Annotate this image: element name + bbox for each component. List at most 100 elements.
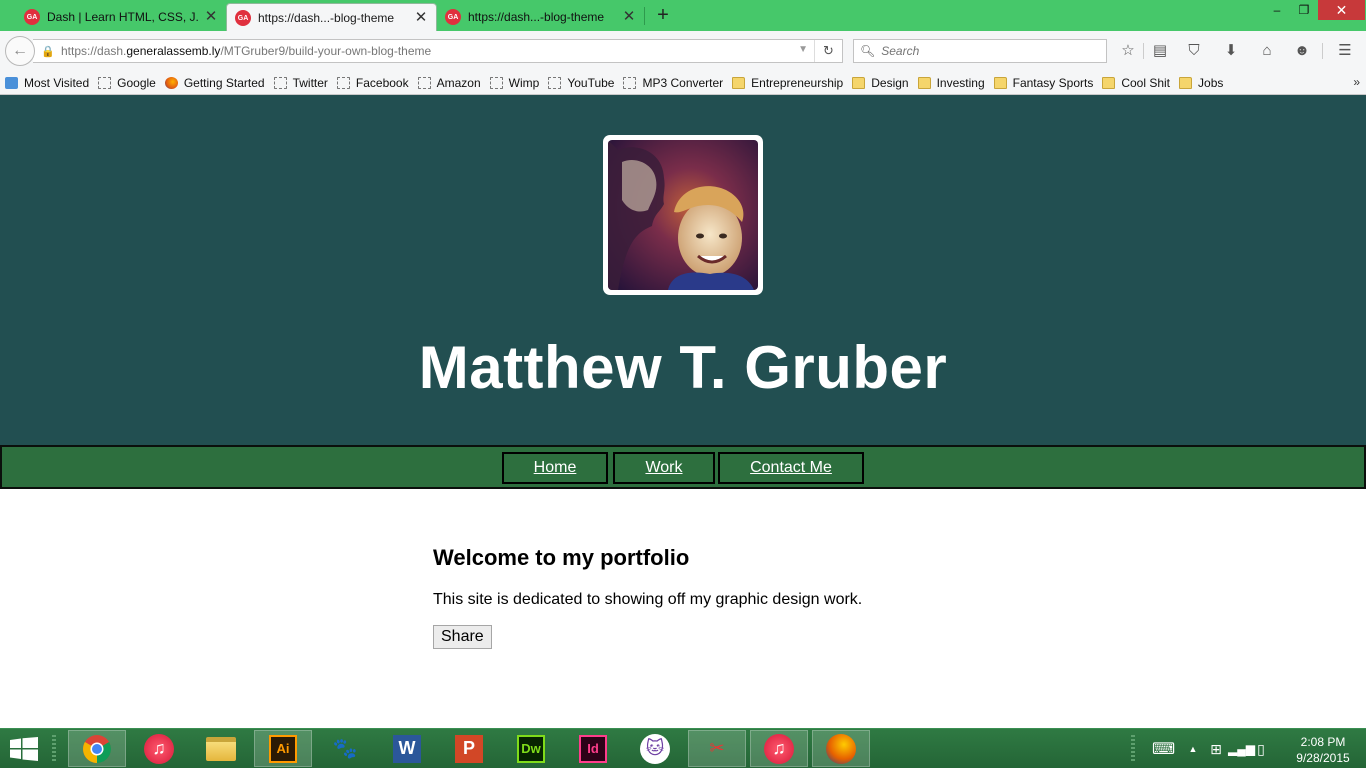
pocket-icon[interactable]: ⛉ [1184,41,1204,61]
bookmark-folder-entrepreneurship[interactable]: Entrepreneurship [732,76,843,90]
taskbar-itunes[interactable]: ♫ [130,730,188,767]
share-button[interactable]: Share [433,625,492,649]
battery-icon[interactable]: ▯ [1250,741,1272,758]
bookmark-label: MP3 Converter [642,75,724,90]
folder-icon [852,76,866,89]
bookmark-label: YouTube [567,75,615,90]
blank-page-icon [489,76,503,89]
browser-tab-strip: GA Dash | Learn HTML, CSS, J... ✕ GA htt… [0,0,1366,32]
site-title: Matthew T. Gruber [418,334,948,401]
bookmark-mp3-converter[interactable]: MP3 Converter [623,76,723,90]
windows-taskbar: ♫ Ai 🐾 W P Dw Id 🐱 ✂ ♫ ⌨ ▲ ⊞ ▂▄▆ ▯ 2:08 … [0,728,1366,768]
url-bar[interactable]: 🔒 https://dash. generalassemb.ly/MTGruber… [33,39,843,63]
browser-tab-2-active[interactable]: GA https://dash...-blog-theme ✕ [226,3,437,32]
taskbar-word[interactable]: W [378,730,436,767]
taskbar-dreamweaver[interactable]: Dw [502,730,560,767]
taskbar-illustrator[interactable]: Ai [254,730,312,767]
bookmarks-overflow-button[interactable]: » [1353,75,1360,89]
system-clock[interactable]: 2:08 PM 9/28/2015 [1288,734,1358,766]
back-arrow-icon: ← [12,42,28,59]
bookmark-facebook[interactable]: Facebook [336,76,409,90]
bookmark-folder-fantasy-sports[interactable]: Fantasy Sports [993,76,1093,90]
bookmark-label: Jobs [1198,75,1224,90]
taskbar-powerpoint[interactable]: P [440,730,498,767]
bookmark-amazon[interactable]: Amazon [417,76,481,90]
reload-icon[interactable]: ↻ [814,40,842,62]
blank-page-icon [336,76,350,89]
folder-icon [732,76,746,89]
firefox-icon [826,733,856,764]
search-input[interactable] [881,44,1102,58]
taskbar-gimp[interactable]: 🐾 [316,730,374,767]
bookmark-label: Google [117,75,156,90]
illustrator-icon: Ai [269,734,297,763]
close-tab-icon[interactable]: ✕ [204,9,218,24]
taskbar-firefox[interactable] [812,730,870,767]
itunes-icon: ♫ [144,733,174,764]
taskbar-indesign[interactable]: Id [564,730,622,767]
taskbar-chrome[interactable] [68,730,126,767]
browser-tab-1[interactable]: GA Dash | Learn HTML, CSS, J... ✕ [16,3,226,31]
search-bar[interactable]: 🔍︎ [853,39,1107,63]
bookmark-most-visited[interactable]: Most Visited [5,76,89,90]
windows-start-icon[interactable] [10,737,38,761]
home-icon[interactable]: ⌂ [1257,41,1277,61]
bookmark-twitter[interactable]: Twitter [273,76,328,90]
minimize-button[interactable]: – [1264,0,1290,20]
bookmark-getting-started[interactable]: Getting Started [164,75,265,90]
bookmark-wimp[interactable]: Wimp [489,76,539,90]
bookmark-folder-jobs[interactable]: Jobs [1179,76,1223,90]
indesign-icon: Id [579,734,607,763]
restore-button[interactable]: ❐ [1291,0,1317,20]
bookmark-label: Entrepreneurship [751,75,844,90]
toolbar-separator [1322,43,1323,59]
bookmark-youtube[interactable]: YouTube [548,76,614,90]
back-button[interactable]: ← [5,36,35,66]
close-window-button[interactable]: ✕ [1318,0,1365,20]
url-domain: generalassemb.ly [126,44,221,58]
hello-icon[interactable]: ☻ [1292,41,1312,61]
nav-link-contact-me[interactable]: Contact Me [718,452,864,484]
powerpoint-icon: P [455,734,483,763]
file-explorer-icon [206,736,236,761]
toolbar-separator [1143,43,1144,59]
profile-photo-frame [603,135,763,295]
close-tab-icon[interactable]: ✕ [414,10,428,25]
blank-page-icon [98,76,112,89]
taskbar-file-explorer[interactable] [192,730,250,767]
bookmark-label: Design [871,75,909,90]
menu-icon[interactable]: ☰ [1335,41,1355,61]
firefox-icon [164,76,178,89]
bookmark-google[interactable]: Google [98,76,156,90]
network-icon[interactable]: ▂▄▆ [1228,742,1255,756]
bookmark-label: Cool Shit [1121,75,1171,90]
bookmark-folder-cool-shit[interactable]: Cool Shit [1102,76,1170,90]
nav-link-work[interactable]: Work [613,452,715,484]
lock-icon: 🔒 [41,46,55,58]
nav-link-home[interactable]: Home [502,452,608,484]
bookmark-label: Getting Started [183,75,265,90]
show-hidden-icons-icon[interactable]: ▲ [1182,744,1204,754]
url-history-dropdown-icon[interactable]: ▼ [798,44,808,55]
action-center-icon[interactable]: ⊞ [1204,741,1228,758]
close-tab-icon[interactable]: ✕ [622,9,636,24]
profile-photo-image [608,140,758,290]
taskbar-itunes-2[interactable]: ♫ [750,730,808,767]
reading-list-icon[interactable]: ▤ [1150,41,1170,61]
bookmark-folder-design[interactable]: Design [852,75,909,90]
bookmark-label: Investing [936,75,985,90]
page-heading: Welcome to my portfolio [433,545,690,570]
taskbar-github[interactable]: 🐱 [626,730,684,767]
keyboard-icon[interactable]: ⌨ [1152,739,1182,759]
general-assembly-favicon-icon: GA [235,10,251,26]
bookmark-folder-investing[interactable]: Investing [917,75,985,90]
url-path: /MTGruber9/build-your-own-blog-theme [220,44,432,58]
most-visited-icon [5,76,18,89]
star-icon[interactable]: ☆ [1118,41,1138,61]
tab-title: https://dash...-blog-theme [468,10,605,24]
taskbar-snipping-tool[interactable]: ✂ [688,730,746,767]
browser-tab-3[interactable]: GA https://dash...-blog-theme ✕ [437,3,644,31]
general-assembly-favicon-icon: GA [445,9,461,25]
new-tab-button[interactable]: + [652,5,674,27]
download-icon[interactable]: ⬇ [1221,41,1241,61]
